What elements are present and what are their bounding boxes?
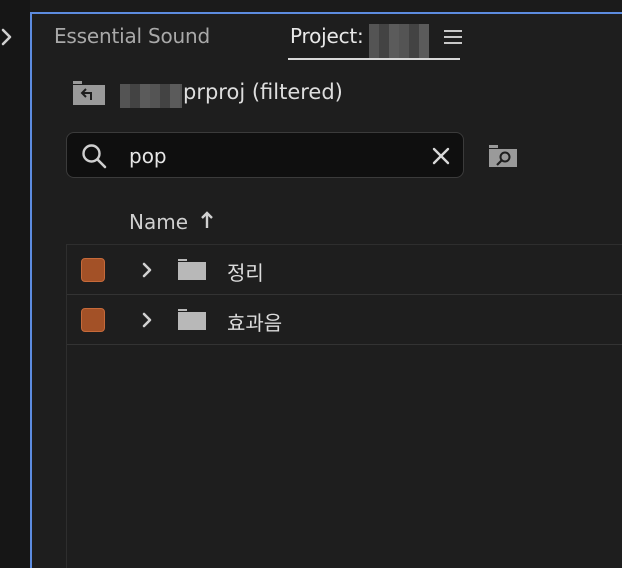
chevron-right-icon[interactable] [141,261,153,279]
folder-icon [178,309,206,330]
label-color-swatch[interactable] [81,258,105,282]
folder-name: 효과음 [227,311,283,335]
list-item[interactable]: 정리 [67,246,622,295]
app-root: Essential Sound Project: prproj (filtere… [0,0,622,568]
search-box[interactable] [66,132,464,178]
redacted-filename [120,84,182,108]
tab-essential-sound[interactable]: Essential Sound [54,24,210,48]
project-item-list: 정리 효과음 [66,244,622,568]
menu-icon[interactable] [444,30,462,46]
sort-arrow-up-icon[interactable] [200,210,214,230]
folder-name: 정리 [227,261,264,285]
chevron-right-icon[interactable] [0,26,15,48]
redacted-project-name [369,24,429,58]
find-icon[interactable] [488,144,520,168]
chevron-right-icon[interactable] [141,311,153,329]
clear-icon[interactable] [431,146,451,166]
label-color-swatch[interactable] [81,308,105,332]
left-panel-strip [0,0,30,568]
breadcrumb-path: prproj (filtered) [183,80,343,104]
search-icon [82,144,107,169]
list-item[interactable]: 효과음 [67,296,622,345]
name-column-header[interactable]: Name [129,210,188,234]
project-panel: Essential Sound Project: prproj (filtere… [30,12,622,568]
search-input[interactable] [127,140,421,172]
folder-icon [178,259,206,280]
up-folder-icon[interactable] [72,80,106,106]
active-tab-indicator [288,58,460,60]
tab-project[interactable]: Project: [290,24,364,48]
